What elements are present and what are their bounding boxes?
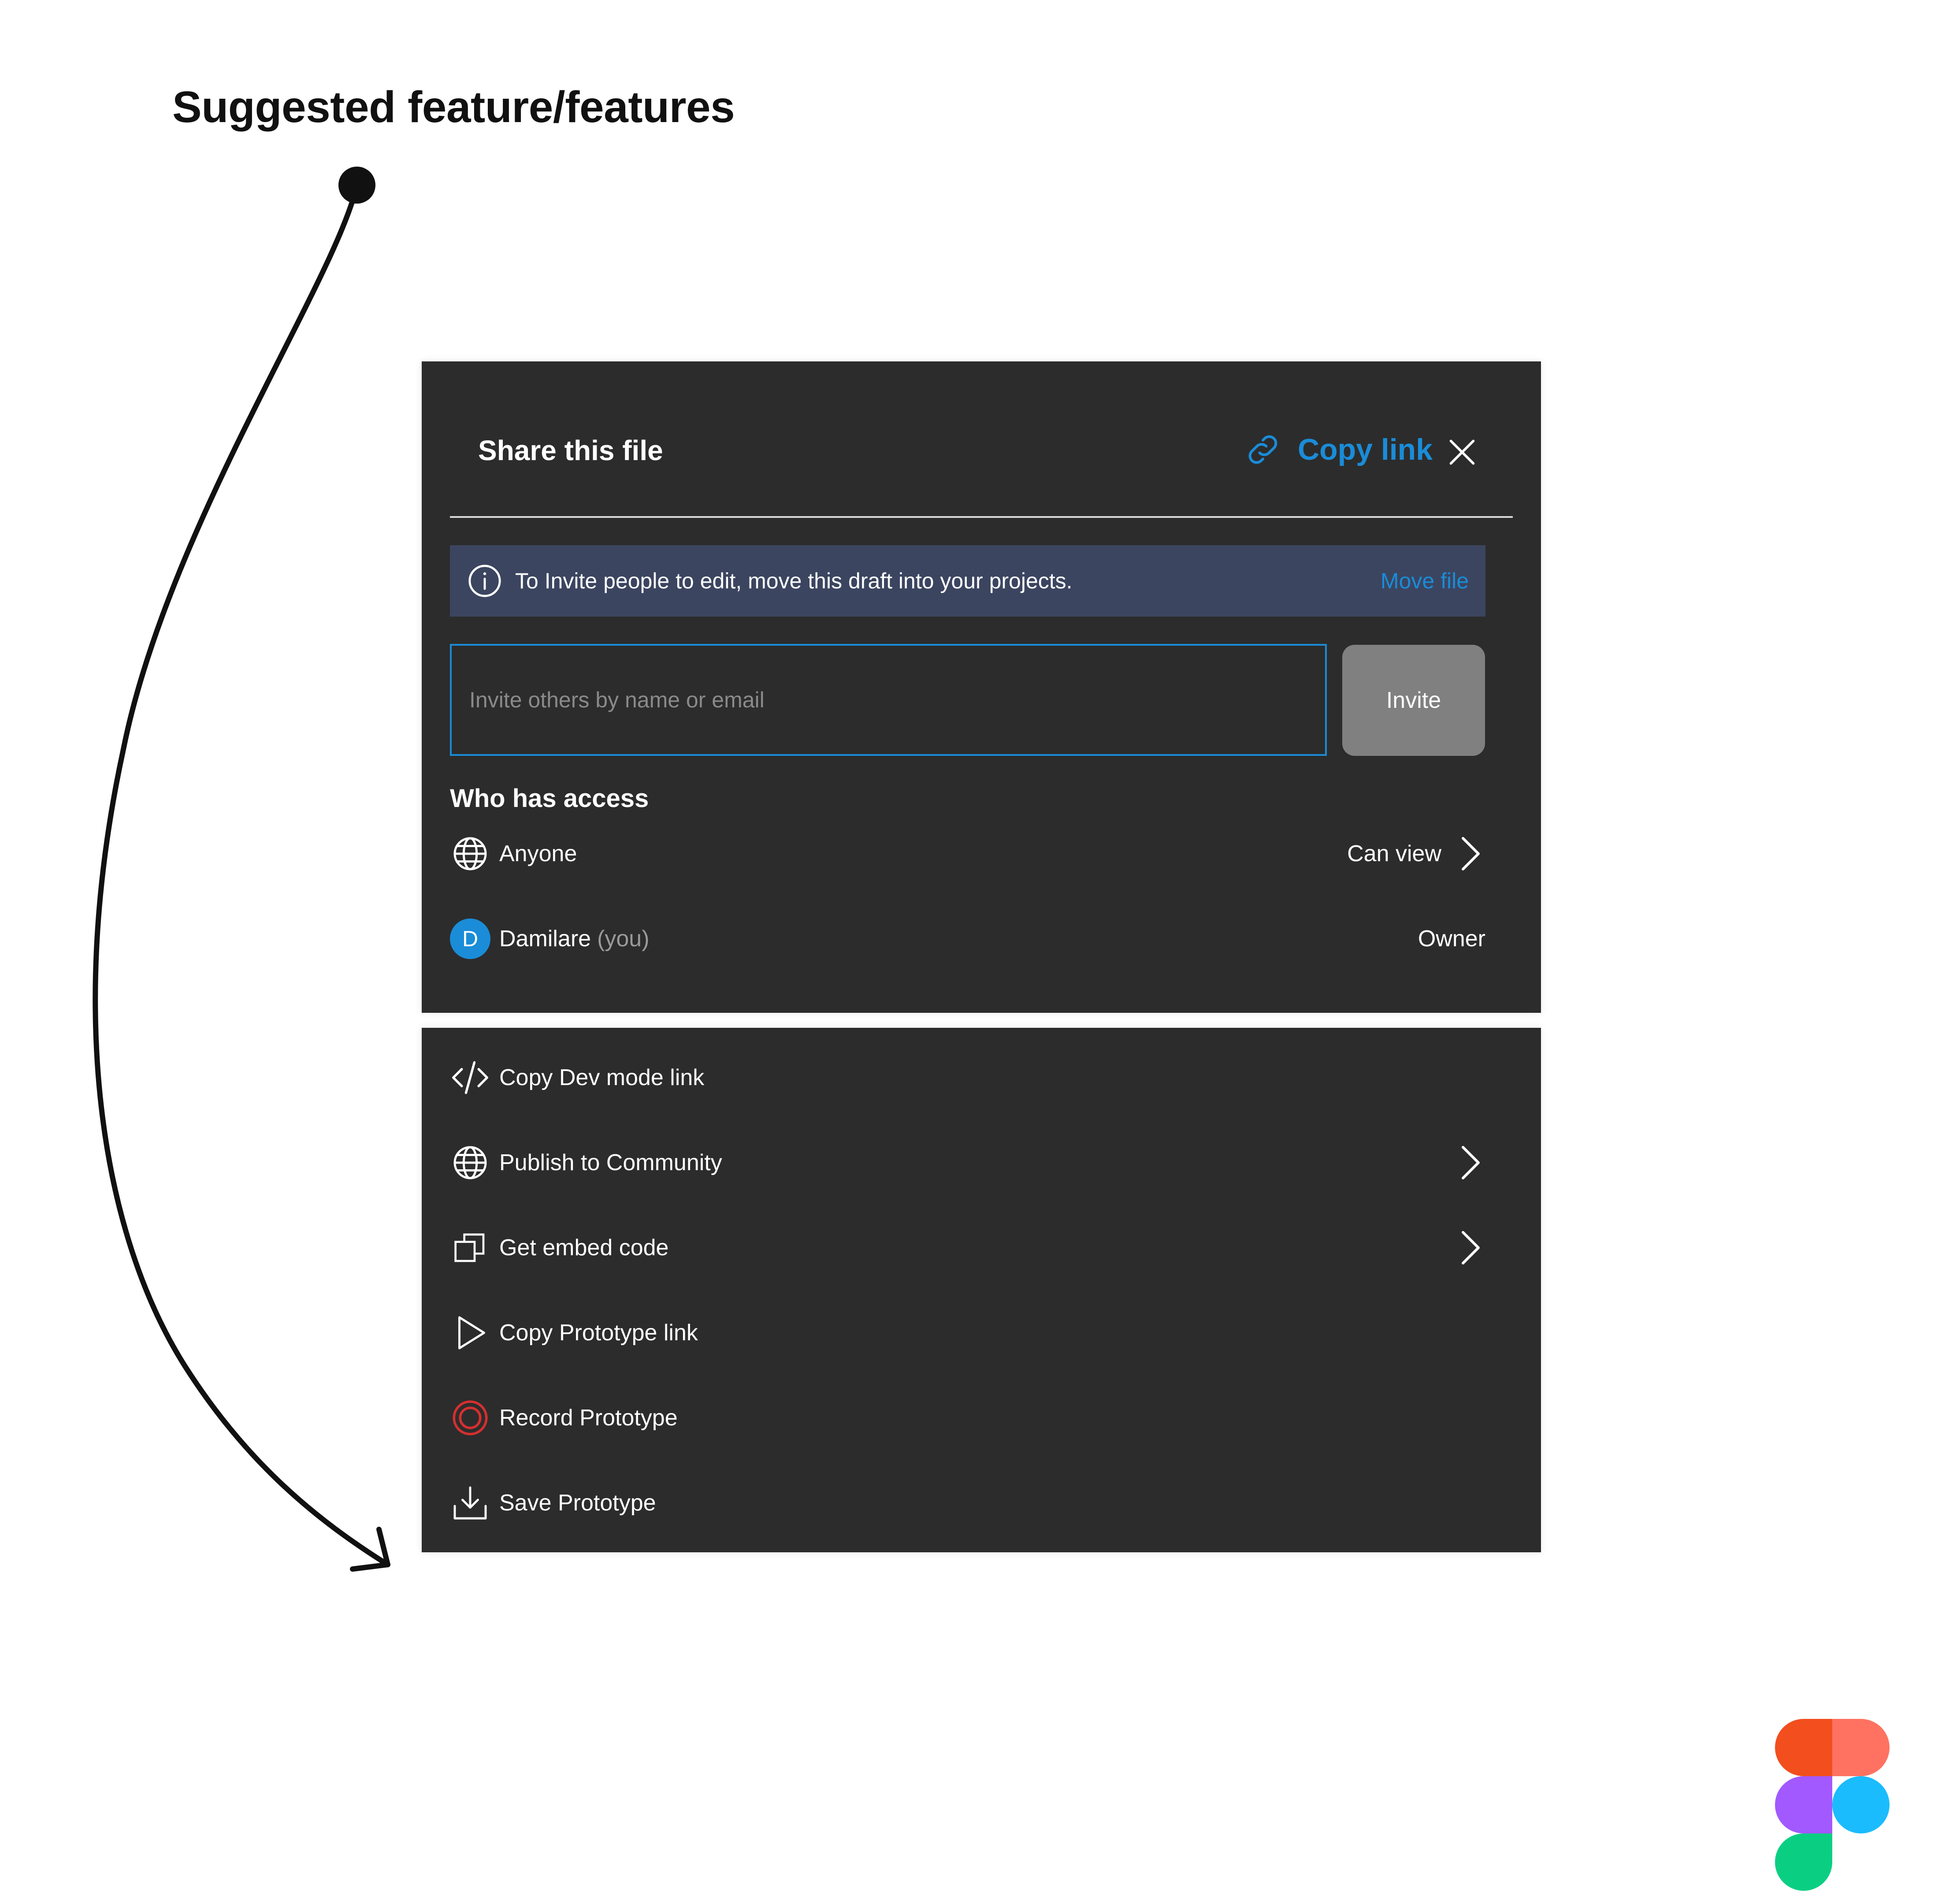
share-dialog: Share this file Copy link To Invite peop… [422,361,1541,1013]
action-copy-prototype-link[interactable]: Copy Prototype link [450,1309,1485,1357]
permission-label: Can view [1347,841,1441,866]
copy-link-label: Copy link [1298,433,1433,466]
action-label: Publish to Community [499,1150,722,1175]
embed-icon [450,1227,490,1268]
action-save-prototype[interactable]: Save Prototype [450,1479,1485,1527]
share-actions-panel: Copy Dev mode link Publish to Community … [422,1028,1541,1552]
invite-button[interactable]: Invite [1342,645,1485,756]
access-name: Anyone [499,841,577,866]
header-divider [450,516,1513,518]
avatar: D [450,919,490,959]
owner-role: Owner [1418,926,1485,952]
globe-icon [450,1142,490,1183]
access-row-owner: D Damilare (you) Owner [450,915,1485,963]
copy-link-button[interactable]: Copy link [1243,430,1433,469]
download-icon [450,1483,490,1523]
record-icon [450,1398,490,1438]
action-label: Copy Prototype link [499,1320,698,1346]
action-label: Save Prototype [499,1490,656,1516]
close-icon[interactable] [1447,437,1477,467]
move-file-link[interactable]: Move file [1381,568,1469,594]
chevron-right-icon [1462,1231,1480,1264]
action-record-prototype[interactable]: Record Prototype [450,1394,1485,1442]
dialog-title: Share this file [478,435,663,466]
permission-dropdown[interactable]: Can view [1347,836,1485,871]
role-label: Owner [1418,926,1485,952]
chevron-right-icon [1462,837,1480,870]
action-get-embed-code[interactable]: Get embed code [450,1223,1485,1272]
play-icon [450,1313,490,1353]
code-icon [450,1057,490,1098]
figma-logo [1775,1719,1890,1891]
chevron-wrap [1441,1145,1485,1180]
action-publish-to-community[interactable]: Publish to Community [450,1138,1485,1187]
access-name: Damilare [499,926,591,952]
action-label: Get embed code [499,1235,669,1261]
access-you-suffix: (you) [597,926,650,952]
globe-icon [450,833,490,874]
chevron-right-icon [1462,1146,1480,1179]
link-icon [1248,435,1277,464]
invite-input[interactable] [450,644,1327,756]
access-row-anyone: Anyone Can view [450,829,1485,878]
info-icon [468,565,501,597]
who-has-access-title: Who has access [450,784,649,813]
chevron-wrap [1441,1230,1485,1265]
action-copy-dev-mode-link[interactable]: Copy Dev mode link [450,1053,1485,1102]
banner-message: To Invite people to edit, move this draf… [515,569,1073,593]
action-label: Record Prototype [499,1405,678,1431]
action-label: Copy Dev mode link [499,1065,705,1090]
info-banner: To Invite people to edit, move this draf… [450,545,1485,617]
